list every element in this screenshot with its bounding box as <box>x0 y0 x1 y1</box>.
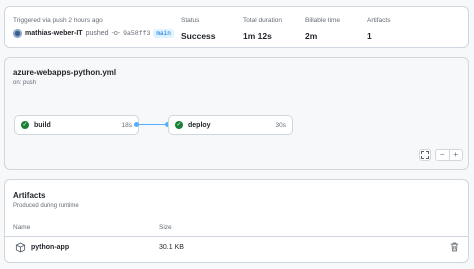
zoom-controls: − + <box>435 149 463 161</box>
artifacts-title: Artifacts <box>13 191 46 200</box>
artifact-size: 30.1 KB <box>159 244 184 251</box>
branch-badge[interactable]: main <box>153 29 174 38</box>
job-deploy[interactable]: ✓ deploy 30s <box>168 115 293 135</box>
job-connector <box>139 124 167 125</box>
fullscreen-icon <box>421 151 429 159</box>
commit-icon: -o- <box>111 30 121 37</box>
job-duration: 18s <box>121 121 132 129</box>
package-icon <box>15 242 26 253</box>
column-header-size: Size <box>159 224 172 231</box>
billable-label: Billable time <box>305 17 341 24</box>
table-divider <box>5 236 468 237</box>
trigger-text: Triggered via push 2 hours ago <box>13 17 103 24</box>
action-text: pushed <box>85 30 109 37</box>
actor-link[interactable]: mathias-weber-IT <box>25 30 83 37</box>
status-label: Status <box>181 17 200 24</box>
column-header-name: Name <box>13 224 31 231</box>
trash-icon[interactable] <box>450 242 459 252</box>
artifacts-count-label: Artifacts <box>367 17 391 24</box>
job-build[interactable]: ✓ build 18s <box>14 115 139 135</box>
artifacts-count-value: 1 <box>367 31 372 41</box>
duration-label: Total duration <box>243 17 283 24</box>
job-name: build <box>34 121 51 129</box>
billable-value: 2m <box>305 31 318 41</box>
job-duration: 30s <box>275 121 286 129</box>
success-check-icon: ✓ <box>175 121 183 129</box>
artifact-name-link[interactable]: python-app <box>31 244 69 251</box>
workflow-trigger-event: on: push <box>13 80 37 86</box>
trigger-row: mathias-weber-IT pushed -o- 9a58ff3 main <box>13 29 174 38</box>
workflow-graph-card: azure-webapps-python.yml on: push ✓ buil… <box>4 57 469 170</box>
fullscreen-button[interactable] <box>419 149 431 161</box>
success-check-icon: ✓ <box>21 121 29 129</box>
duration-value: 1m 12s <box>243 31 272 41</box>
commit-sha-link[interactable]: 9a58ff3 <box>123 30 150 37</box>
artifacts-subtitle: Produced during runtime <box>13 203 79 209</box>
artifacts-card: Artifacts Produced during runtime Name S… <box>4 179 469 263</box>
avatar[interactable] <box>13 29 22 38</box>
zoom-out-button[interactable]: − <box>436 150 449 160</box>
run-summary-card: Triggered via push 2 hours ago mathias-w… <box>4 6 469 48</box>
zoom-in-button[interactable]: + <box>448 150 463 160</box>
status-value: Success <box>181 31 216 41</box>
job-name: deploy <box>188 121 211 129</box>
workflow-file-name: azure-webapps-python.yml <box>13 68 117 77</box>
